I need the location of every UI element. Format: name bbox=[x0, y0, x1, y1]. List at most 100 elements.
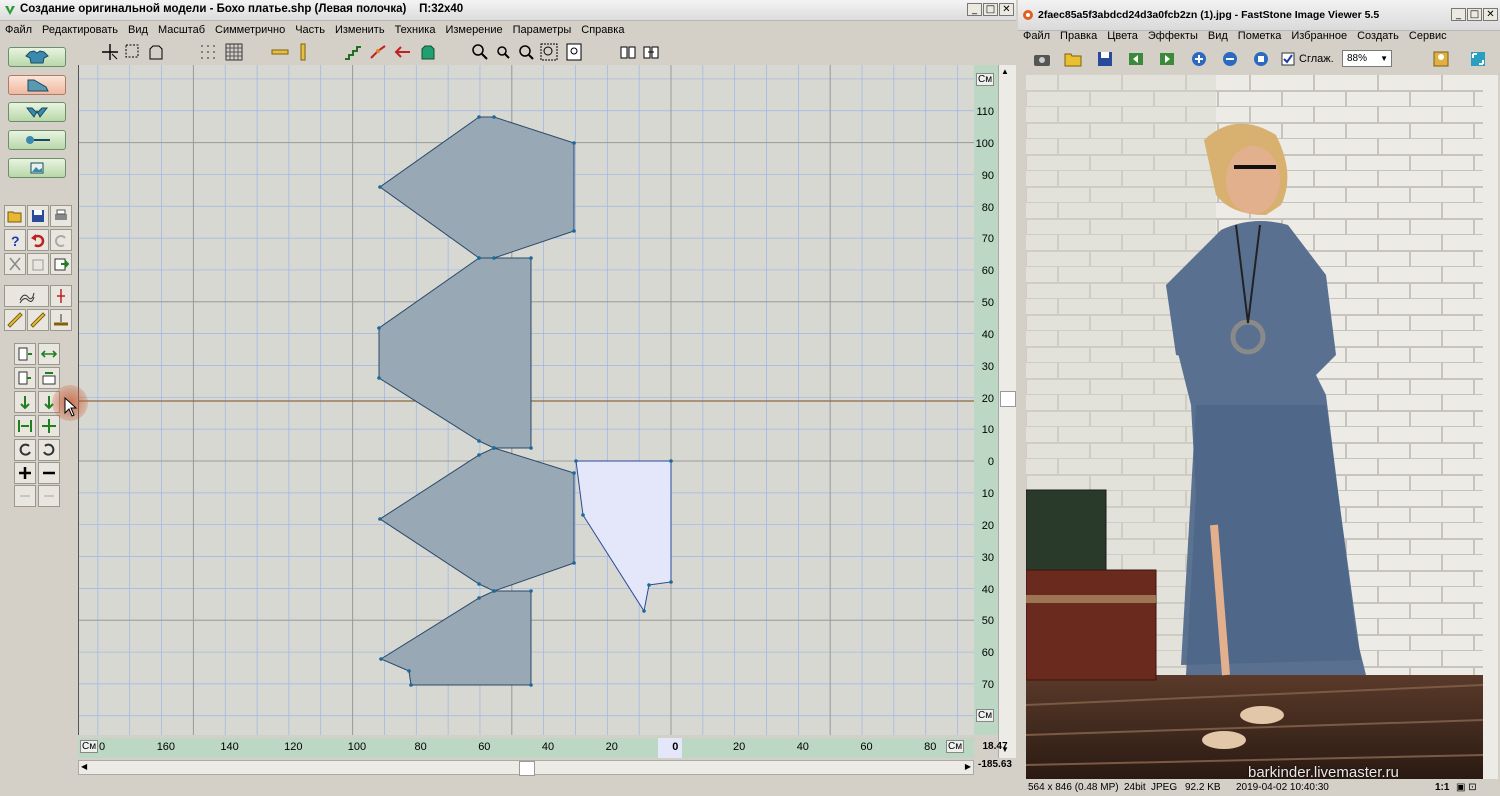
vertex-point[interactable] bbox=[574, 459, 578, 463]
menu-file[interactable]: Файл bbox=[0, 24, 37, 36]
redo-button[interactable] bbox=[50, 229, 72, 251]
horizontal-measure-tool[interactable] bbox=[50, 309, 72, 331]
zoom-in-tool[interactable] bbox=[470, 42, 490, 62]
move-part-tool[interactable] bbox=[393, 42, 413, 62]
help-button[interactable]: ? bbox=[4, 229, 26, 251]
menu-view[interactable]: Вид bbox=[123, 24, 153, 36]
vertex-point[interactable] bbox=[477, 439, 481, 443]
vertex-point[interactable] bbox=[378, 517, 382, 521]
zoom-in-button[interactable] bbox=[1189, 50, 1209, 68]
vertex-point[interactable] bbox=[529, 683, 533, 687]
open-folder-button[interactable] bbox=[1063, 50, 1083, 68]
vertex-point[interactable] bbox=[477, 582, 481, 586]
next-image-button[interactable] bbox=[1157, 50, 1177, 68]
previous-image-button[interactable] bbox=[1126, 50, 1146, 68]
vertex-point[interactable] bbox=[529, 256, 533, 260]
vertex-point[interactable] bbox=[477, 453, 481, 457]
vertex-point[interactable] bbox=[377, 376, 381, 380]
smooth-checkbox[interactable] bbox=[1278, 50, 1298, 68]
rotate-ccw-tool[interactable] bbox=[38, 439, 60, 461]
pattern-piece-2[interactable] bbox=[378, 257, 532, 449]
vertex-point[interactable] bbox=[581, 513, 585, 517]
photo-display[interactable] bbox=[1026, 75, 1483, 779]
scroll-up-arrow-icon[interactable]: ▲ bbox=[1001, 67, 1009, 76]
vertex-point[interactable] bbox=[572, 229, 576, 233]
horizontal-ruler-tool[interactable] bbox=[270, 42, 290, 62]
vertex-point[interactable] bbox=[529, 446, 533, 450]
vertex-point[interactable] bbox=[669, 580, 673, 584]
vertex-point[interactable] bbox=[572, 561, 576, 565]
shift-left-tool[interactable] bbox=[14, 367, 36, 389]
horizontal-scrollbar[interactable]: ◀ ▶ bbox=[78, 760, 974, 776]
join-parts-tool[interactable] bbox=[641, 42, 661, 62]
zoom-select[interactable]: 88% ▼ bbox=[1342, 50, 1392, 67]
pattern-canvas[interactable] bbox=[78, 65, 975, 735]
shirt-mode-button[interactable] bbox=[8, 47, 66, 67]
vertical-ruler-tool[interactable] bbox=[293, 42, 313, 62]
open-file-button[interactable] bbox=[4, 205, 26, 227]
viewer-menu-favorites[interactable]: Избранное bbox=[1286, 30, 1352, 42]
menu-part[interactable]: Часть bbox=[290, 24, 330, 36]
rotate-cw-tool[interactable] bbox=[14, 439, 36, 461]
vertex-point[interactable] bbox=[529, 589, 533, 593]
vertex-point[interactable] bbox=[492, 115, 496, 119]
minimize-button[interactable]: _ bbox=[967, 3, 982, 16]
viewer-menu-tools[interactable]: Сервис bbox=[1404, 30, 1452, 42]
vertical-scrollbar[interactable]: ▲ ▼ bbox=[998, 65, 1016, 758]
viewer-maximize-button[interactable]: □ bbox=[1467, 8, 1482, 21]
close-button[interactable]: ✕ bbox=[999, 3, 1014, 16]
vertex-point[interactable] bbox=[477, 596, 481, 600]
viewer-menu-tag[interactable]: Пометка bbox=[1233, 30, 1287, 42]
picture-mode-button[interactable] bbox=[8, 158, 66, 178]
move-down-tool[interactable] bbox=[14, 391, 36, 413]
vertical-scroll-thumb[interactable] bbox=[1000, 391, 1016, 407]
vertex-point[interactable] bbox=[379, 657, 383, 661]
dot-grid-toggle[interactable] bbox=[198, 42, 218, 62]
remove-point-tool[interactable] bbox=[38, 462, 60, 484]
vertex-point[interactable] bbox=[492, 446, 496, 450]
zoom-out-button[interactable] bbox=[1220, 50, 1240, 68]
add-point-tool[interactable] bbox=[14, 462, 36, 484]
vertex-point[interactable] bbox=[572, 141, 576, 145]
maximize-button[interactable]: □ bbox=[983, 3, 998, 16]
vertex-point[interactable] bbox=[378, 185, 382, 189]
figure-tool[interactable] bbox=[418, 42, 438, 62]
scroll-right-arrow-icon[interactable]: ▶ bbox=[965, 762, 971, 771]
viewer-vertical-scrollbar[interactable] bbox=[1483, 75, 1498, 779]
vertical-line-tool[interactable] bbox=[50, 285, 72, 307]
vertex-point[interactable] bbox=[409, 683, 413, 687]
vertex-point[interactable] bbox=[492, 589, 496, 593]
collar-mode-button[interactable] bbox=[8, 102, 66, 122]
viewer-menu-colors[interactable]: Цвета bbox=[1102, 30, 1143, 42]
expand-left-tool[interactable] bbox=[14, 343, 36, 365]
fullscreen-button[interactable] bbox=[1468, 50, 1488, 68]
pattern-piece-3[interactable] bbox=[379, 447, 575, 592]
vertex-point[interactable] bbox=[572, 471, 576, 475]
scroll-left-arrow-icon[interactable]: ◀ bbox=[81, 762, 87, 771]
curves-tool[interactable] bbox=[4, 285, 49, 307]
copy-button[interactable] bbox=[27, 253, 49, 275]
tape-measure-tool[interactable] bbox=[27, 309, 49, 331]
mirror-part-tool[interactable] bbox=[618, 42, 638, 62]
horizontal-scroll-thumb[interactable] bbox=[519, 761, 535, 776]
menu-technique[interactable]: Техника bbox=[390, 24, 441, 36]
actual-size-button[interactable] bbox=[1251, 50, 1271, 68]
undo-button[interactable] bbox=[27, 229, 49, 251]
step-tool[interactable] bbox=[343, 42, 363, 62]
select-point-tool[interactable] bbox=[100, 42, 120, 62]
vertex-point[interactable] bbox=[477, 115, 481, 119]
select-area-tool[interactable] bbox=[123, 42, 143, 62]
vertex-point[interactable] bbox=[377, 326, 381, 330]
viewer-menu-file[interactable]: Файл bbox=[1018, 30, 1055, 42]
viewer-close-button[interactable]: ✕ bbox=[1483, 8, 1498, 21]
print-button[interactable] bbox=[50, 205, 72, 227]
save-file-button[interactable] bbox=[27, 205, 49, 227]
disabled-tool-left[interactable] bbox=[14, 485, 36, 507]
move-all-tool[interactable] bbox=[38, 415, 60, 437]
viewer-menu-edit[interactable]: Правка bbox=[1055, 30, 1102, 42]
vertex-point[interactable] bbox=[647, 583, 651, 587]
menu-help[interactable]: Справка bbox=[576, 24, 629, 36]
vertex-point[interactable] bbox=[477, 256, 481, 260]
stretch-tool[interactable] bbox=[14, 415, 36, 437]
camera-button[interactable] bbox=[1032, 50, 1052, 68]
